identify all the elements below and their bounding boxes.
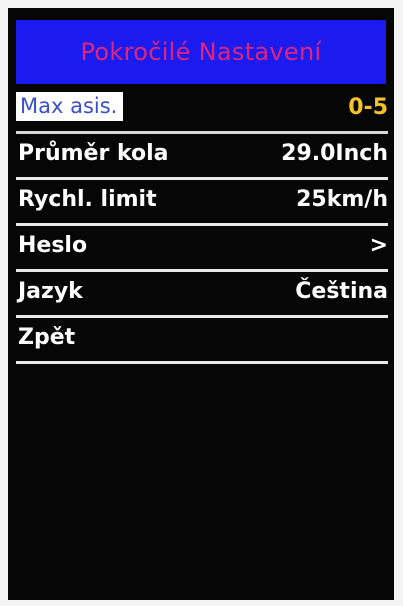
menu-item-label: Max asis. [16, 92, 124, 121]
menu-item-value: Čeština [295, 279, 388, 304]
menu-item-value: 0-5 [348, 95, 388, 120]
settings-menu: Max asis. 0-5 Průměr kola 29.0Inch Rychl… [16, 90, 388, 366]
menu-item-value: 25km/h [296, 187, 388, 212]
menu-item-value: 29.0Inch [281, 141, 388, 166]
menu-item-language[interactable]: Jazyk Čeština [16, 274, 388, 318]
menu-item-label: Zpět [18, 325, 76, 350]
menu-item-password[interactable]: Heslo > [16, 228, 388, 272]
display-screen: Pokročilé Nastavení Max asis. 0-5 Průměr… [8, 8, 394, 600]
menu-item-max-assist[interactable]: Max asis. 0-5 [16, 90, 388, 134]
chevron-right-icon: > [369, 233, 388, 258]
menu-item-label: Heslo [18, 233, 88, 258]
menu-item-label: Jazyk [18, 279, 83, 304]
menu-item-wheel-diameter[interactable]: Průměr kola 29.0Inch [16, 136, 388, 180]
menu-item-speed-limit[interactable]: Rychl. limit 25km/h [16, 182, 388, 226]
page-header: Pokročilé Nastavení [16, 20, 386, 84]
menu-item-back[interactable]: Zpět [16, 320, 388, 364]
page-title: Pokročilé Nastavení [80, 38, 322, 66]
device-frame: Pokročilé Nastavení Max asis. 0-5 Průměr… [0, 0, 403, 606]
menu-item-label: Průměr kola [18, 141, 169, 166]
menu-item-label: Rychl. limit [18, 187, 157, 212]
